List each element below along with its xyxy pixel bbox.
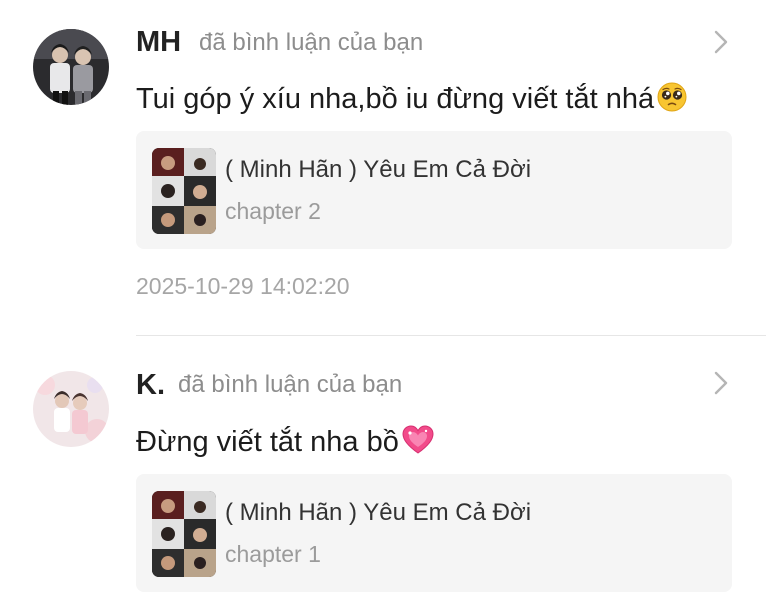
comment-body: Tui góp ý xíu nha,bồ iu đừng viết tắt nh…: [136, 83, 655, 115]
user-avatar[interactable]: [33, 29, 109, 105]
divider: [136, 335, 766, 336]
user-avatar[interactable]: [33, 371, 109, 447]
story-card[interactable]: ( Minh Hãn ) Yêu Em Cả Đời chapter 2: [136, 131, 732, 249]
chevron-right-icon[interactable]: [712, 29, 730, 55]
chevron-right-icon[interactable]: [712, 370, 730, 396]
action-text: đã bình luận của bạn: [178, 371, 403, 398]
username[interactable]: MH: [136, 28, 181, 57]
action-text: đã bình luận của bạn: [199, 29, 424, 56]
pleading-face-icon: [657, 82, 687, 112]
notification-item[interactable]: K. đã bình luận của bạn Đừng viết tắt nh…: [0, 343, 766, 600]
story-title: ( Minh Hãn ) Yêu Em Cả Đời: [225, 156, 532, 183]
story-title: ( Minh Hãn ) Yêu Em Cả Đời: [225, 499, 532, 526]
timestamp: 2025-10-29 14:02:20: [136, 273, 350, 299]
chapter-label: chapter 2: [225, 198, 321, 224]
sparkling-heart-icon: [402, 425, 434, 454]
comment-text: Tui góp ý xíu nha,bồ iu đừng viết tắt nh…: [136, 81, 688, 114]
chapter-label: chapter 1: [225, 541, 321, 567]
story-cover-thumbnail: [152, 491, 216, 577]
story-card[interactable]: ( Minh Hãn ) Yêu Em Cả Đời chapter 1: [136, 474, 732, 592]
username[interactable]: K.: [136, 371, 165, 400]
comment-text: Đừng viết tắt nha bồ: [136, 424, 435, 457]
story-cover-thumbnail: [152, 148, 216, 234]
comment-body: Đừng viết tắt nha bồ: [136, 426, 399, 458]
notification-item[interactable]: MH đã bình luận của bạn Tui góp ý xíu nh…: [0, 0, 766, 336]
